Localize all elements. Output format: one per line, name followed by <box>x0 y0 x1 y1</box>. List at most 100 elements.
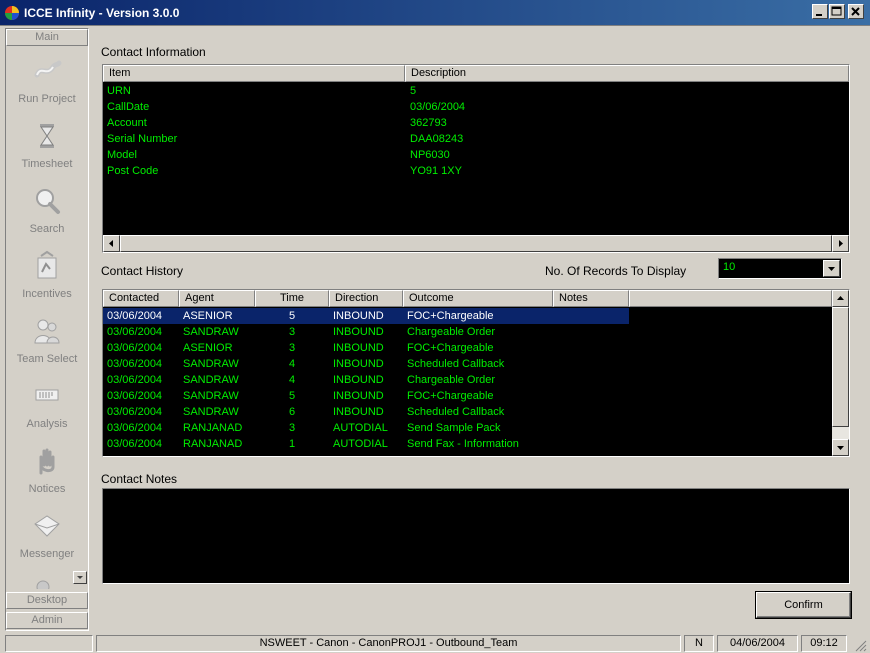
history-cell: SANDRAW <box>183 326 239 338</box>
history-cell: 03/06/2004 <box>107 422 163 434</box>
history-cell: 4 <box>288 358 296 370</box>
records-to-display-value: 10 <box>723 261 736 273</box>
sidebar-item-analysis[interactable]: Analysis <box>6 380 88 445</box>
history-row[interactable]: 03/06/2004 SANDRAW 5 INBOUND FOC+Chargeable <box>103 388 629 404</box>
history-cell: AUTODIAL <box>333 422 388 434</box>
sidebar-item-notices[interactable]: Notices <box>6 445 88 510</box>
resize-grip-icon[interactable] <box>853 638 867 652</box>
app-logo-icon <box>5 6 19 20</box>
sidebar-item-run-project[interactable]: Run Project <box>6 55 88 120</box>
sidebar-desktop-button[interactable]: Desktop <box>6 592 88 609</box>
minimize-button[interactable] <box>812 4 828 19</box>
sidebar-item-team-select[interactable]: Team Select <box>6 315 88 380</box>
info-description-cell[interactable]: DAA08243 <box>410 131 463 147</box>
sidebar-item-timesheet[interactable]: Timesheet <box>6 120 88 185</box>
scroll-thumb[interactable] <box>832 307 849 427</box>
sidebar: Main Run Project Timesheet Search Incent… <box>5 28 89 631</box>
maximize-button[interactable] <box>829 4 845 19</box>
column-header-outcome[interactable]: Outcome <box>403 290 553 307</box>
scroll-thumb[interactable] <box>120 235 832 252</box>
records-to-display-select[interactable]: 10 <box>718 258 842 279</box>
scroll-up-button[interactable] <box>832 290 849 307</box>
chevron-right-icon <box>839 240 843 247</box>
history-row[interactable]: 03/06/2004 ASENIOR 5 INBOUND FOC+Chargeable <box>103 308 629 324</box>
column-header-notes[interactable]: Notes <box>553 290 629 307</box>
info-item-cell[interactable]: Serial Number <box>107 131 177 147</box>
info-item-cell[interactable]: CallDate <box>107 99 149 115</box>
contact-info-horizontal-scrollbar[interactable] <box>103 235 849 252</box>
history-cell: 3 <box>288 326 296 338</box>
info-item-cell[interactable]: URN <box>107 83 131 99</box>
chevron-left-icon <box>109 240 113 247</box>
column-header-item[interactable]: Item <box>103 65 405 82</box>
sidebar-main-header[interactable]: Main <box>6 29 88 46</box>
records-dropdown-button[interactable] <box>823 260 840 277</box>
chevron-down-icon <box>77 576 83 579</box>
column-header-description[interactable]: Description <box>405 65 849 82</box>
info-description-cell[interactable]: NP6030 <box>410 147 450 163</box>
sidebar-admin-button[interactable]: Admin <box>6 612 88 629</box>
column-header-time[interactable]: Time <box>255 290 329 307</box>
confirm-button[interactable]: Confirm <box>756 592 851 618</box>
history-row[interactable]: 03/06/2004 ASENIOR 3 INBOUND FOC+Chargeable <box>103 340 629 356</box>
history-row[interactable]: 03/06/2004 SANDRAW 4 INBOUND Chargeable Orde… <box>103 372 629 388</box>
chevron-down-icon <box>837 446 844 450</box>
history-cell: FOC+Chargeable <box>407 342 494 354</box>
magnifier-icon <box>36 189 60 214</box>
history-row[interactable]: 03/06/2004 SANDRAW 3 INBOUND Chargeable Orde… <box>103 324 629 340</box>
contact-notes-textarea[interactable] <box>102 488 850 584</box>
history-row[interactable]: 03/06/2004 RANJANAD 1 AUTODIAL Send Fax - In… <box>103 436 629 452</box>
history-row[interactable]: 03/06/2004 RANJANAD 3 AUTODIAL Send Sample P… <box>103 420 629 436</box>
records-to-display-label: No. Of Records To Display <box>545 264 687 278</box>
status-time: 09:12 <box>801 635 847 652</box>
gear-icon <box>36 580 50 589</box>
history-cell <box>557 436 629 452</box>
history-cell: AUTODIAL <box>333 438 388 450</box>
info-description-cell[interactable]: 362793 <box>410 115 447 131</box>
scroll-left-button[interactable] <box>103 235 120 252</box>
info-item-cell[interactable]: Model <box>107 147 137 163</box>
sidebar-item-messenger[interactable]: Messenger <box>6 510 88 575</box>
history-cell <box>557 308 629 324</box>
column-header-direction[interactable]: Direction <box>329 290 403 307</box>
sidebar-item-label: Messenger <box>19 548 75 560</box>
info-item-cell[interactable]: Post Code <box>107 163 158 179</box>
sidebar-item-search[interactable]: Search <box>6 185 88 250</box>
column-header-contacted[interactable]: Contacted <box>103 290 179 307</box>
history-cell <box>557 356 629 372</box>
envelope-icon <box>34 515 60 537</box>
history-cell: 5 <box>288 390 296 402</box>
close-button[interactable] <box>848 4 864 19</box>
scroll-right-button[interactable] <box>832 235 849 252</box>
column-header-agent[interactable]: Agent <box>179 290 255 307</box>
history-cell: INBOUND <box>333 342 384 354</box>
history-cell: 03/06/2004 <box>107 342 163 354</box>
history-cell <box>557 372 629 388</box>
incentives-icon <box>37 250 57 279</box>
info-description-cell[interactable]: 03/06/2004 <box>410 99 465 115</box>
history-row[interactable]: 03/06/2004 SANDRAW 4 INBOUND Scheduled Callb… <box>103 356 629 372</box>
info-description-cell[interactable]: 5 <box>410 83 416 99</box>
history-row[interactable]: 03/06/2004 SANDRAW 6 INBOUND Scheduled Callb… <box>103 404 629 420</box>
history-cell: 1 <box>288 438 296 450</box>
history-cell <box>557 388 629 404</box>
history-cell: RANJANAD <box>183 438 243 450</box>
sidebar-item-label: Analysis <box>26 418 68 430</box>
status-indicator: N <box>684 635 714 652</box>
sidebar-item-incentives[interactable]: Incentives <box>6 250 88 315</box>
history-cell: ASENIOR <box>183 342 233 354</box>
contact-notes-title: Contact Notes <box>101 472 178 486</box>
history-cell: 3 <box>288 422 296 434</box>
title-bar[interactable]: ICCE Infinity - Version 3.0.0 <box>0 0 870 26</box>
sidebar-scroll-down-button[interactable] <box>73 571 87 584</box>
contact-history-vertical-scrollbar[interactable] <box>832 290 849 456</box>
scroll-down-button[interactable] <box>832 439 849 456</box>
history-cell: INBOUND <box>333 358 384 370</box>
info-item-cell[interactable]: Account <box>107 115 147 131</box>
history-cell: RANJANAD <box>183 422 243 434</box>
sidebar-item-label: Search <box>29 223 65 235</box>
contact-info-grid: Item Description URN 5 CallDate 03/06/2004 A… <box>102 64 850 253</box>
info-description-cell[interactable]: YO91 1XY <box>410 163 462 179</box>
status-bar: NSWEET - Canon - CanonPROJ1 - Outbound_T… <box>0 633 870 653</box>
status-pane-empty <box>5 635 93 652</box>
